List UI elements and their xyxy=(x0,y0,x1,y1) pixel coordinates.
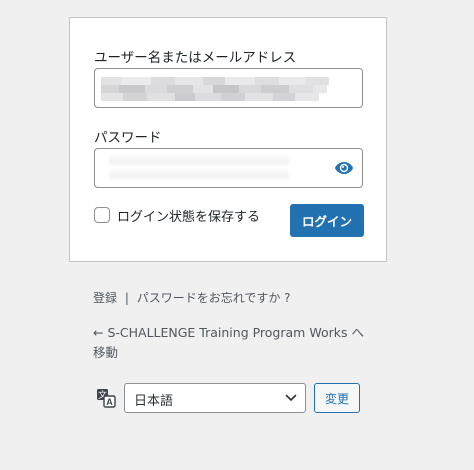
back-to-site-link[interactable]: ← S-CHALLENGE Training Program Works へ移動 xyxy=(93,323,373,363)
username-label: ユーザー名またはメールアドレス xyxy=(94,50,297,66)
remember-me-checkbox[interactable] xyxy=(94,207,110,223)
password-field[interactable] xyxy=(94,148,363,188)
login-button[interactable]: ログイン xyxy=(290,204,364,237)
password-label: パスワード xyxy=(94,130,162,146)
translate-icon: 文 A xyxy=(97,389,116,408)
username-field[interactable] xyxy=(94,68,363,108)
chevron-down-icon xyxy=(285,394,297,401)
remember-me-row[interactable]: ログイン状態を保存する xyxy=(94,206,260,225)
language-switcher: 文 A 日本語 変更 xyxy=(96,383,360,413)
eye-icon[interactable] xyxy=(334,160,354,176)
change-language-button[interactable]: 変更 xyxy=(314,383,360,413)
svg-text:A: A xyxy=(106,397,113,407)
lost-password-link[interactable]: パスワードをお忘れですか ? xyxy=(137,291,291,305)
nav-links: 登録 | パスワードをお忘れですか ? xyxy=(93,289,291,306)
language-select-value: 日本語 xyxy=(134,394,174,409)
register-link[interactable]: 登録 xyxy=(93,291,117,305)
redacted-username-blur xyxy=(95,69,362,107)
login-form: ユーザー名またはメールアドレス パスワード ログイン状態を保存する ログイン xyxy=(69,17,387,262)
remember-me-label[interactable]: ログイン状態を保存する xyxy=(117,206,260,225)
language-select[interactable]: 日本語 xyxy=(124,383,306,413)
link-separator: | xyxy=(124,291,129,305)
redacted-password-blur xyxy=(109,153,289,181)
